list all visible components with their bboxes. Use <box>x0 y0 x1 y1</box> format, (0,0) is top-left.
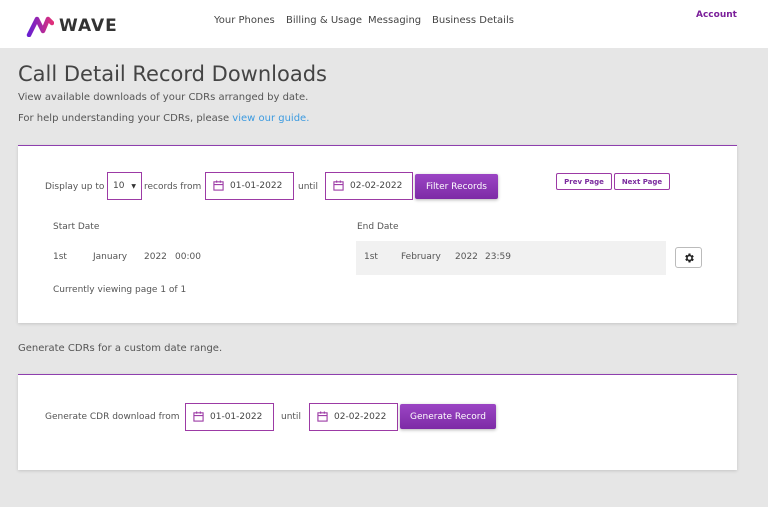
wave-logo-icon <box>26 16 54 37</box>
nav-link-messaging[interactable]: Messaging <box>368 15 421 26</box>
start-date-header: Start Date <box>53 222 100 232</box>
nav-link-billing-usage[interactable]: Billing & Usage <box>286 15 362 26</box>
top-navbar: WAVE Your Phones Billing & Usage Messagi… <box>0 0 768 48</box>
records-count-value: 10 <box>113 181 125 191</box>
display-up-to-label: Display up to <box>45 182 105 192</box>
paging-status: Currently viewing page 1 of 1 <box>53 285 187 295</box>
calendar-icon <box>193 411 204 422</box>
records-card: Display up to 10 ▼ records from 01-01-20… <box>18 145 737 323</box>
brand-logo[interactable]: WAVE <box>26 13 118 39</box>
generate-to-date-value: 02-02-2022 <box>334 412 387 422</box>
records-count-select[interactable]: 10 ▼ <box>107 172 142 200</box>
calendar-icon <box>317 411 328 422</box>
start-time: 00:00 <box>175 252 201 262</box>
until-label: until <box>298 182 318 192</box>
help-prefix: For help understanding your CDRs, please <box>18 113 233 124</box>
record-settings-button[interactable] <box>675 247 702 268</box>
end-time: 23:59 <box>485 252 511 262</box>
calendar-icon <box>333 180 344 191</box>
prev-page-button[interactable]: Prev Page <box>556 173 612 190</box>
filter-from-date-input[interactable]: 01-01-2022 <box>205 172 294 200</box>
guide-link[interactable]: view our guide. <box>232 113 309 124</box>
generate-from-date-input[interactable]: 01-01-2022 <box>185 403 274 431</box>
end-date-header: End Date <box>357 222 399 232</box>
brand-name: WAVE <box>59 16 118 36</box>
generate-from-date-value: 01-01-2022 <box>210 412 263 422</box>
page-title: Call Detail Record Downloads <box>18 62 327 86</box>
caret-down-icon: ▼ <box>131 183 136 190</box>
start-year: 2022 <box>144 252 167 262</box>
calendar-icon <box>213 180 224 191</box>
generate-record-button[interactable]: Generate Record <box>400 404 496 429</box>
filter-to-date-input[interactable]: 02-02-2022 <box>325 172 413 200</box>
generate-card: Generate CDR download from 01-01-2022 un… <box>18 374 737 470</box>
page-subtitle: View available downloads of your CDRs ar… <box>18 92 309 103</box>
nav-link-your-phones[interactable]: Your Phones <box>214 15 275 26</box>
help-text: For help understanding your CDRs, please… <box>18 113 309 124</box>
custom-range-intro: Generate CDRs for a custom date range. <box>18 343 223 354</box>
end-day: 1st <box>364 252 378 262</box>
filter-records-button[interactable]: Filter Records <box>415 174 498 199</box>
generate-to-date-input[interactable]: 02-02-2022 <box>309 403 398 431</box>
filter-from-date-value: 01-01-2022 <box>230 181 283 191</box>
end-year: 2022 <box>455 252 478 262</box>
account-link[interactable]: Account <box>696 10 737 20</box>
end-month: February <box>401 252 441 262</box>
start-month: January <box>93 252 128 262</box>
nav-link-business-details[interactable]: Business Details <box>432 15 514 26</box>
generate-label: Generate CDR download from <box>45 412 180 422</box>
gear-icon <box>684 253 694 262</box>
next-page-button[interactable]: Next Page <box>614 173 670 190</box>
filter-to-date-value: 02-02-2022 <box>350 181 403 191</box>
start-day: 1st <box>53 252 67 262</box>
generate-until-label: until <box>281 412 301 422</box>
records-from-label: records from <box>144 182 202 192</box>
